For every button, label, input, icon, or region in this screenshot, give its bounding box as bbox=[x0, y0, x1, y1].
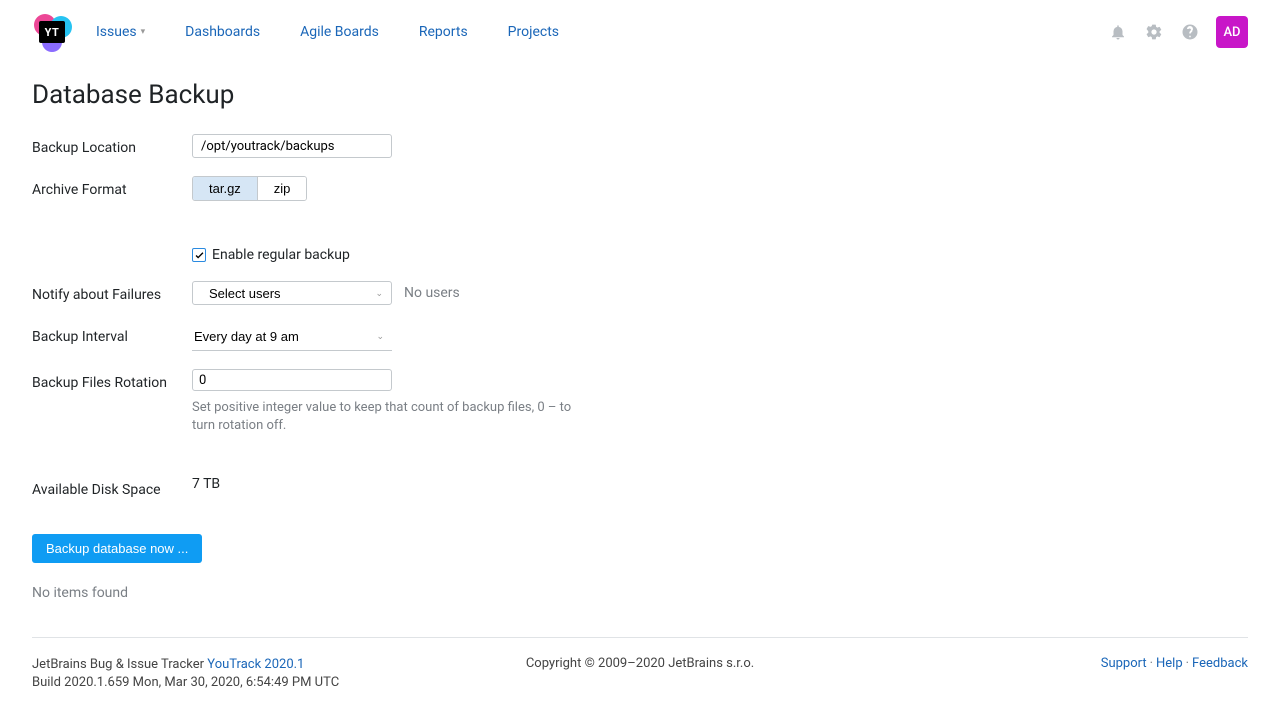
page-content: Database Backup Backup Location Archive … bbox=[0, 64, 1280, 601]
no-items-text: No items found bbox=[32, 585, 1248, 601]
main-nav: Issues ▾ Dashboards Agile Boards Reports… bbox=[96, 24, 1108, 40]
label-rotation: Backup Files Rotation bbox=[32, 369, 192, 391]
disk-space-value: 7 TB bbox=[192, 476, 220, 492]
archive-format-segment: tar.gz zip bbox=[192, 176, 307, 201]
no-users-text: No users bbox=[404, 281, 460, 301]
header-icons: AD bbox=[1108, 16, 1248, 48]
nav-issues-label: Issues bbox=[96, 24, 137, 40]
footer-feedback-link[interactable]: Feedback bbox=[1192, 656, 1248, 671]
logo-text: YT bbox=[45, 26, 60, 39]
bell-icon[interactable] bbox=[1108, 22, 1128, 42]
enable-regular-backup-checkbox[interactable] bbox=[192, 248, 206, 262]
rotation-hint: Set positive integer value to keep that … bbox=[192, 399, 592, 434]
footer-support-link[interactable]: Support bbox=[1101, 656, 1147, 671]
format-targz-button[interactable]: tar.gz bbox=[193, 177, 257, 200]
app-header: YT Issues ▾ Dashboards Agile Boards Repo… bbox=[0, 0, 1280, 64]
help-icon[interactable] bbox=[1180, 22, 1200, 42]
chevron-down-icon: ⌄ bbox=[375, 288, 383, 299]
nav-dashboards[interactable]: Dashboards bbox=[185, 24, 260, 40]
rotation-input[interactable] bbox=[192, 369, 392, 391]
page-footer: JetBrains Bug & Issue Tracker YouTrack 2… bbox=[32, 637, 1248, 692]
nav-agile-boards[interactable]: Agile Boards bbox=[300, 24, 379, 40]
label-enable-regular: Enable regular backup bbox=[212, 247, 350, 263]
avatar[interactable]: AD bbox=[1216, 16, 1248, 48]
label-backup-interval: Backup Interval bbox=[32, 323, 192, 345]
chevron-down-icon: ⌄ bbox=[376, 331, 384, 342]
label-backup-location: Backup Location bbox=[32, 134, 192, 156]
page-title: Database Backup bbox=[32, 80, 1248, 110]
footer-product-link[interactable]: YouTrack 2020.1 bbox=[207, 657, 304, 672]
backup-interval-dropdown[interactable]: Every day at 9 am ⌄ bbox=[192, 323, 392, 351]
chevron-down-icon: ▾ bbox=[141, 27, 146, 37]
app-logo[interactable]: YT bbox=[32, 12, 72, 52]
format-zip-button[interactable]: zip bbox=[257, 177, 307, 200]
nav-issues[interactable]: Issues ▾ bbox=[96, 24, 145, 40]
nav-projects[interactable]: Projects bbox=[508, 24, 559, 40]
label-notify-failures: Notify about Failures bbox=[32, 281, 192, 303]
label-disk-space: Available Disk Space bbox=[32, 476, 192, 498]
nav-reports[interactable]: Reports bbox=[419, 24, 468, 40]
backup-now-button[interactable]: Backup database now ... bbox=[32, 534, 202, 563]
footer-help-link[interactable]: Help bbox=[1156, 656, 1183, 671]
label-archive-format: Archive Format bbox=[32, 176, 192, 198]
select-users-dropdown[interactable]: Select users ⌄ bbox=[192, 281, 392, 305]
gear-icon[interactable] bbox=[1144, 22, 1164, 42]
footer-build: Build 2020.1.659 Mon, Mar 30, 2020, 6:54… bbox=[32, 675, 339, 690]
footer-copyright: Copyright © 2009–2020 JetBrains s.r.o. bbox=[437, 656, 842, 692]
footer-product-prefix: JetBrains Bug & Issue Tracker bbox=[32, 657, 207, 672]
backup-location-input[interactable] bbox=[192, 134, 392, 158]
